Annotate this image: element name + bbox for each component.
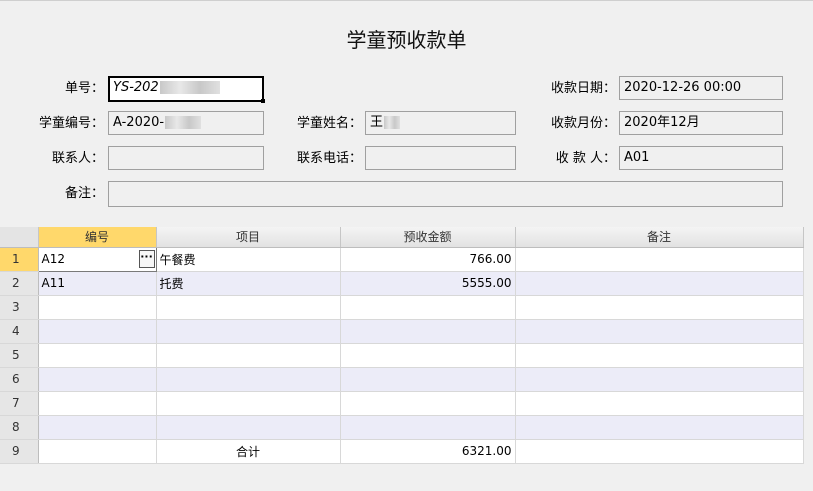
receipt-date-field[interactable]: 2020-12-26 00:00 <box>619 76 783 100</box>
receipt-month-value: 2020年12月 <box>624 115 700 130</box>
code-cell[interactable] <box>38 415 157 440</box>
row-header[interactable]: 8 <box>0 415 39 440</box>
receipt-month-label: 收款月份： <box>550 116 616 131</box>
code-cell[interactable]: A11 <box>38 271 157 296</box>
student-no-label: 学童编号： <box>38 116 104 131</box>
amount-cell[interactable] <box>340 343 516 368</box>
table-row: 8 <box>0 415 804 440</box>
table-row: 3 <box>0 295 804 320</box>
item-cell[interactable] <box>156 391 341 416</box>
code-cell[interactable] <box>38 343 157 368</box>
amount-cell[interactable]: 5555.00 <box>340 271 516 296</box>
col-header-code[interactable]: 编号 <box>38 227 157 248</box>
col-header-item[interactable]: 项目 <box>156 227 341 248</box>
receipt-date-value: 2020-12-26 00:00 <box>624 80 742 95</box>
top-border <box>0 0 813 1</box>
table-row: 2 A11 托费 5555.00 <box>0 271 804 296</box>
student-name-field[interactable]: 王 <box>365 111 516 135</box>
item-cell[interactable]: 托费 <box>156 271 341 296</box>
item-cell[interactable]: 午餐费 <box>156 247 341 272</box>
table-row: 7 <box>0 391 804 416</box>
row-header[interactable]: 6 <box>0 367 39 392</box>
student-name-label: 学童姓名： <box>296 116 362 131</box>
total-amount: 6321.00 <box>340 439 516 464</box>
code-cell[interactable] <box>38 391 157 416</box>
remark-cell[interactable] <box>515 295 804 320</box>
receipt-date-label: 收款日期： <box>550 81 616 96</box>
receiver-value: A01 <box>624 150 650 165</box>
contact-label: 联系人： <box>51 151 104 166</box>
remark-cell[interactable] <box>515 439 804 464</box>
col-header-remark[interactable]: 备注 <box>515 227 804 248</box>
row-header[interactable]: 4 <box>0 319 39 344</box>
table-row: 6 <box>0 367 804 392</box>
resize-handle[interactable] <box>261 99 265 103</box>
remark-label: 备注： <box>64 186 104 201</box>
grid-corner[interactable] <box>0 227 39 248</box>
code-value: A12 <box>41 252 65 266</box>
order-no-field[interactable]: YS-202 <box>108 76 264 102</box>
amount-cell[interactable] <box>340 295 516 320</box>
amount-cell[interactable]: 766.00 <box>340 247 516 272</box>
receiver-field[interactable]: A01 <box>619 146 783 170</box>
student-no-value: A-2020- <box>113 115 165 130</box>
amount-cell[interactable] <box>340 415 516 440</box>
table-row: 1 A12 ··· 午餐费 766.00 <box>0 246 804 272</box>
row-header[interactable]: 7 <box>0 391 39 416</box>
contact-field[interactable] <box>108 146 264 170</box>
form-title: 学童预收款单 <box>346 28 467 52</box>
item-cell[interactable] <box>156 343 341 368</box>
receiver-label: 收 款 人： <box>555 151 616 166</box>
row-header[interactable]: 1 <box>0 247 39 272</box>
ellipsis-button[interactable]: ··· <box>138 249 155 268</box>
col-header-amount[interactable]: 预收金额 <box>340 227 516 248</box>
phone-field[interactable] <box>365 146 516 170</box>
item-cell[interactable] <box>156 415 341 440</box>
redacted-mask <box>159 81 220 94</box>
student-name-value: 王 <box>370 115 384 130</box>
remark-field[interactable] <box>108 181 783 207</box>
row-header[interactable]: 2 <box>0 271 39 296</box>
code-cell[interactable] <box>38 439 157 464</box>
order-no-label: 单号： <box>64 81 104 96</box>
total-label: 合计 <box>156 439 341 464</box>
remark-cell[interactable] <box>515 319 804 344</box>
row-header[interactable]: 5 <box>0 343 39 368</box>
total-row: 9 合计 6321.00 <box>0 439 804 464</box>
table-row: 5 <box>0 343 804 368</box>
redacted-mask <box>384 116 401 129</box>
remark-cell[interactable] <box>515 367 804 392</box>
code-cell-editing[interactable]: A12 ··· <box>37 246 157 272</box>
code-cell[interactable] <box>38 367 157 392</box>
phone-label: 联系电话： <box>296 151 362 166</box>
receipt-month-field[interactable]: 2020年12月 <box>619 111 783 135</box>
redacted-mask <box>165 116 202 129</box>
detail-grid: 编号 项目 预收金额 备注 1 A12 ··· 午餐费 766.00 2 A11… <box>0 227 804 464</box>
grid-header-row: 编号 项目 预收金额 备注 <box>0 227 804 248</box>
amount-cell[interactable] <box>340 319 516 344</box>
remark-cell[interactable] <box>515 343 804 368</box>
remark-cell[interactable] <box>515 247 804 272</box>
row-header[interactable]: 3 <box>0 295 39 320</box>
order-no-value: YS-202 <box>113 80 159 95</box>
student-no-field[interactable]: A-2020- <box>108 111 264 135</box>
code-cell[interactable] <box>38 295 157 320</box>
remark-cell[interactable] <box>515 391 804 416</box>
amount-cell[interactable] <box>340 367 516 392</box>
remark-cell[interactable] <box>515 271 804 296</box>
table-row: 4 <box>0 319 804 344</box>
item-cell[interactable] <box>156 319 341 344</box>
remark-cell[interactable] <box>515 415 804 440</box>
amount-cell[interactable] <box>340 391 516 416</box>
item-cell[interactable] <box>156 367 341 392</box>
row-header[interactable]: 9 <box>0 439 39 464</box>
item-cell[interactable] <box>156 295 341 320</box>
code-cell[interactable] <box>38 319 157 344</box>
